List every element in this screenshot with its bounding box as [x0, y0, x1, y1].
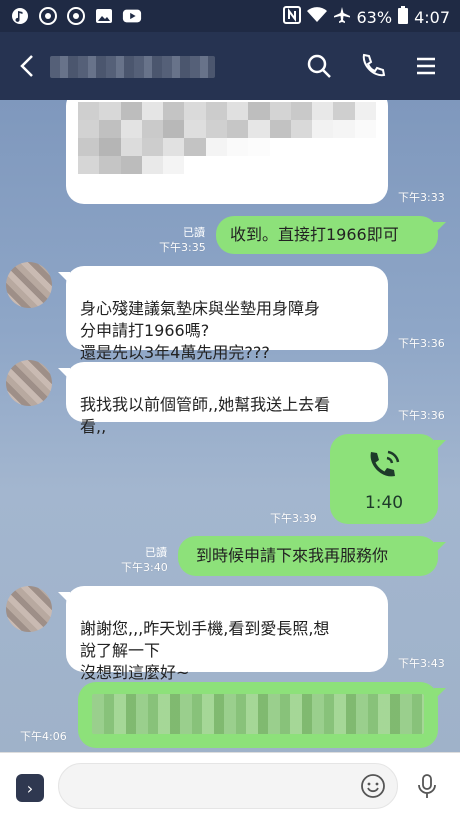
- message-text: 謝謝您,,,昨天划手機,看到愛長照,想 說了解一下 沒想到這麼好~: [80, 619, 330, 682]
- my-message-bubble-blurred[interactable]: [78, 682, 446, 748]
- phone-icon: [362, 53, 386, 77]
- read-receipt: 已讀: [145, 546, 167, 559]
- message-time: 下午3:35: [159, 241, 206, 254]
- nfc-icon: [282, 6, 301, 28]
- call-duration: 1:40: [364, 493, 404, 513]
- youtube-icon: [122, 6, 142, 26]
- search-button[interactable]: [303, 50, 335, 82]
- blurred-content: [78, 102, 376, 174]
- voice-button[interactable]: [412, 771, 442, 801]
- battery-icon: [398, 6, 409, 28]
- contact-name-blurred[interactable]: [50, 56, 215, 78]
- message-time: 下午3:40: [121, 561, 168, 574]
- message-time: 下午4:06: [20, 730, 67, 743]
- message-input-bar: ›: [0, 752, 460, 817]
- message-time: 下午3:43: [398, 657, 445, 670]
- chrome-icon: [66, 6, 86, 26]
- avatar[interactable]: [6, 586, 52, 632]
- wifi-icon: [306, 7, 327, 27]
- menu-icon: [417, 57, 435, 75]
- read-receipt: 已讀: [183, 226, 205, 239]
- expand-button[interactable]: ›: [16, 774, 44, 802]
- avatar[interactable]: [6, 262, 52, 308]
- emoji-button[interactable]: [360, 773, 386, 799]
- search-icon: [307, 54, 331, 78]
- their-message-bubble[interactable]: 我找我以前個管師,,她幫我送上去看 看,,: [58, 362, 388, 436]
- system-status: 63% 4:07: [282, 6, 450, 28]
- message-text: 到時候申請下來我再服務你: [196, 546, 389, 565]
- phone-call-icon: [370, 450, 400, 477]
- image-icon: [94, 6, 114, 26]
- battery-percent: 63%: [356, 7, 393, 27]
- emoji-icon: [361, 774, 385, 798]
- clock: 4:07: [414, 7, 450, 27]
- avatar[interactable]: [6, 360, 52, 406]
- message-time: 下午3:39: [270, 512, 317, 525]
- message-text: 收到。直接打1966即可: [230, 225, 399, 244]
- airplane-icon: [333, 6, 351, 28]
- chevron-right-icon: ›: [26, 778, 34, 798]
- call-button[interactable]: [356, 50, 388, 82]
- chrome-icon: [38, 6, 58, 26]
- music-note-icon: [10, 6, 30, 26]
- call-history-bubble[interactable]: 1:40: [330, 434, 446, 524]
- menu-button[interactable]: [410, 50, 442, 82]
- status-bar: 63% 4:07: [0, 0, 460, 32]
- message-bubble-blurred[interactable]: [66, 100, 388, 204]
- notification-icons: [10, 6, 142, 26]
- microphone-icon: [418, 774, 436, 798]
- back-button[interactable]: [12, 50, 44, 82]
- message-text: 身心殘建議氣墊床與坐墊用身障身 分申請打1966嗎? 還是先以3年4萬先用完??…: [80, 299, 321, 362]
- chevron-left-icon: [20, 55, 33, 77]
- my-message-bubble[interactable]: 到時候申請下來我再服務你: [178, 536, 446, 576]
- chat-header: [0, 32, 460, 100]
- their-message-bubble[interactable]: 身心殘建議氣墊床與坐墊用身障身 分申請打1966嗎? 還是先以3年4萬先用完??…: [58, 266, 388, 362]
- chat-area[interactable]: 下午3:33 已讀 下午3:35 收到。直接打1966即可 身心殘建議氣墊床與坐…: [0, 100, 460, 752]
- message-time: 下午3:36: [398, 409, 445, 422]
- message-time: 下午3:36: [398, 337, 445, 350]
- message-text: 我找我以前個管師,,她幫我送上去看 看,,: [80, 395, 331, 436]
- message-input[interactable]: [58, 763, 398, 809]
- my-message-bubble[interactable]: 收到。直接打1966即可: [216, 216, 446, 254]
- message-time: 下午3:33: [398, 191, 445, 204]
- their-message-bubble[interactable]: 謝謝您,,,昨天划手機,看到愛長照,想 說了解一下 沒想到這麼好~: [58, 586, 388, 682]
- blurred-content: [92, 694, 424, 734]
